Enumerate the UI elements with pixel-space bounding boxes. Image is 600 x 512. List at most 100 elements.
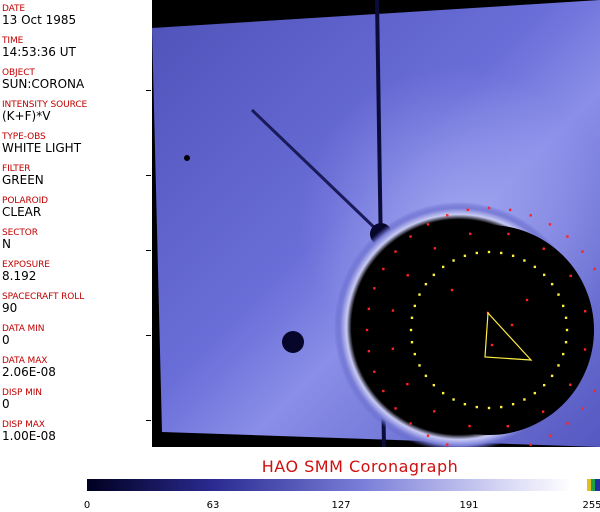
marker-red (487, 206, 491, 210)
marker-red (581, 407, 584, 410)
field-data-max: DATA MAX 2.06E-08 (2, 356, 150, 379)
field-value: 2.06E-08 (2, 365, 56, 379)
field-spacecraft-roll: SPACECRAFT ROLL 90 (2, 292, 150, 315)
marker-yellow (561, 352, 565, 356)
marker-red (426, 434, 430, 437)
field-value: 1.00E-08 (2, 429, 56, 443)
marker-yellow (410, 341, 414, 344)
marker-yellow (418, 364, 421, 367)
marker-red (367, 307, 371, 311)
field-label: DATA MIN (2, 324, 45, 334)
occulter-spot-lower (282, 331, 304, 353)
coronagraph-image-svg (152, 0, 600, 447)
marker-yellow (542, 383, 546, 387)
field-value: 0 (2, 333, 10, 347)
marker-yellow (511, 254, 515, 258)
marker-yellow (487, 250, 491, 254)
marker-red (365, 328, 369, 332)
marker-red (469, 232, 472, 236)
marker-yellow (550, 374, 554, 378)
marker-red (593, 267, 596, 271)
marker-red (566, 422, 569, 425)
marker-yellow (475, 251, 478, 255)
marker-yellow (523, 259, 526, 262)
axis-tick (146, 250, 151, 251)
field-type-obs: TYPE-OBS WHITE LIGHT (2, 132, 150, 155)
axis-tick (146, 90, 151, 91)
marker-red (382, 267, 385, 271)
marker-yellow (410, 316, 414, 319)
marker-yellow (550, 282, 554, 286)
marker-red (409, 422, 412, 425)
marker-red (548, 223, 552, 226)
field-label: DISP MIN (2, 388, 42, 398)
metadata-panel: DATE 13 Oct 1985 TIME 14:53:36 UT OBJECT SUN:… (0, 0, 153, 447)
colorbar-tick-label: 255 (582, 500, 600, 511)
marker-red (373, 287, 376, 290)
marker-red (510, 323, 514, 327)
field-object: OBJECT SUN:CORONA (2, 68, 150, 91)
marker-red (508, 208, 512, 212)
field-data-min: DATA MIN 0 (2, 324, 150, 347)
marker-yellow (463, 402, 467, 406)
marker-red (593, 389, 596, 393)
field-disp-min: DISP MIN 0 (2, 388, 150, 411)
field-value: WHITE LIGHT (2, 141, 82, 155)
marker-yellow (500, 405, 503, 409)
marker-red (583, 348, 587, 351)
marker-red (382, 389, 385, 393)
marker-red (450, 288, 454, 292)
marker-red (529, 214, 532, 217)
axis-tick (146, 175, 151, 176)
marker-yellow (511, 402, 515, 406)
marker-red (468, 424, 471, 428)
field-value: 14:53:36 UT (2, 45, 76, 59)
marker-red (409, 235, 412, 238)
field-label: SECTOR (2, 228, 38, 238)
marker-yellow (565, 328, 569, 332)
field-value: 0 (2, 397, 10, 411)
axis-tick (146, 420, 151, 421)
field-exposure: EXPOSURE 8.192 (2, 260, 150, 283)
marker-yellow (475, 405, 478, 409)
marker-red (394, 407, 397, 410)
field-label: SPACECRAFT ROLL (2, 292, 85, 302)
marker-yellow (557, 364, 560, 367)
marker-yellow (441, 391, 445, 395)
marker-red (433, 410, 436, 413)
marker-red (581, 250, 584, 253)
field-disp-max: DISP MAX 1.00E-08 (2, 420, 150, 443)
marker-red (367, 349, 371, 353)
colorbar (87, 479, 600, 491)
marker-yellow (564, 341, 568, 344)
marker-yellow (452, 398, 455, 401)
marker-red (446, 443, 449, 446)
marker-yellow (523, 398, 526, 401)
marker-red (490, 343, 494, 347)
marker-red (529, 443, 532, 446)
field-value: 13 Oct 1985 (2, 13, 77, 27)
marker-red (506, 424, 509, 428)
marker-red (394, 250, 397, 253)
field-value: 8.192 (2, 269, 37, 283)
marker-red (433, 247, 437, 250)
field-time: TIME 14:53:36 UT (2, 36, 150, 59)
marker-yellow (424, 282, 428, 286)
marker-yellow (441, 265, 445, 269)
marker-red (569, 383, 572, 386)
marker-yellow (561, 304, 565, 308)
marker-yellow (542, 273, 546, 277)
marker-yellow (557, 293, 560, 296)
axis-tick (146, 335, 151, 336)
marker-red (426, 223, 430, 226)
marker-yellow (418, 293, 421, 296)
marker-red (406, 382, 409, 386)
coronagraph-image (152, 0, 600, 447)
field-date: DATE 13 Oct 1985 (2, 4, 150, 27)
field-sector: SECTOR N (2, 228, 150, 251)
marker-yellow (413, 352, 417, 356)
field-value: SUN:CORONA (2, 77, 85, 91)
field-polaroid: POLAROID CLEAR (2, 196, 150, 219)
field-intensity-source: INTENSITY SOURCE (K+F)*V (2, 100, 150, 123)
marker-red (542, 247, 545, 250)
